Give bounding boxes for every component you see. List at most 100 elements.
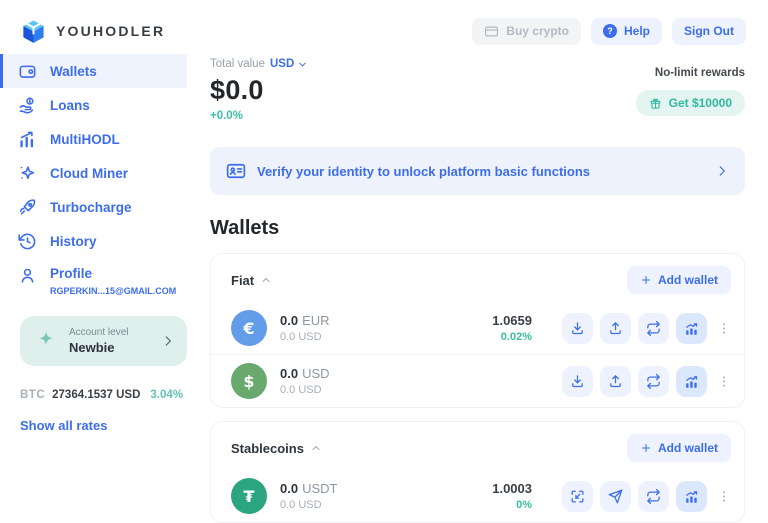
eur-symbol: € bbox=[243, 318, 255, 338]
wallet-row-usd[interactable]: $ 0.0 USD 0.0 USD bbox=[211, 354, 744, 407]
deposit-button[interactable] bbox=[562, 312, 593, 344]
withdraw-icon bbox=[610, 374, 621, 387]
account-level-label: Account level bbox=[69, 327, 129, 339]
exchange-button[interactable] bbox=[638, 312, 669, 344]
sidebar-item-history[interactable]: History bbox=[0, 224, 187, 258]
top-actions: Buy crypto ? Help Sign Out bbox=[472, 17, 746, 45]
withdraw-button[interactable] bbox=[600, 365, 631, 397]
stablecoins-group-header: Stablecoins Add wallet bbox=[211, 422, 744, 470]
fiat-group-toggle[interactable]: Fiat bbox=[231, 273, 272, 288]
balance-fiat-value: 0.0 USD bbox=[280, 499, 322, 511]
more-options-button[interactable] bbox=[717, 366, 731, 397]
deposit-button[interactable] bbox=[562, 365, 593, 397]
add-wallet-label: Add wallet bbox=[657, 273, 718, 287]
profile-person-icon bbox=[21, 268, 34, 283]
rate-block: 1.0659 0.02% bbox=[472, 313, 532, 343]
help-button[interactable]: ? Help bbox=[590, 17, 662, 45]
stablecoins-group-toggle[interactable]: Stablecoins bbox=[231, 441, 322, 456]
sign-out-button[interactable]: Sign Out bbox=[672, 17, 746, 45]
add-wallet-label: Add wallet bbox=[657, 441, 718, 455]
balance-fiat-value: 0.0 USD bbox=[280, 384, 322, 396]
add-wallet-button[interactable]: Add wallet bbox=[626, 434, 731, 462]
withdraw-button[interactable] bbox=[600, 312, 631, 344]
receive-button[interactable] bbox=[562, 480, 593, 512]
btc-symbol: BTC bbox=[20, 389, 46, 402]
balance-currency: USD bbox=[302, 366, 330, 381]
sidebar-item-label: Loans bbox=[50, 97, 90, 113]
main-content: Total value USD $0.0 +0.0% No-limit rewa… bbox=[210, 52, 745, 523]
balance-block: 0.0 USDT 0.0 USD bbox=[280, 481, 337, 511]
eur-coin-icon: € bbox=[231, 310, 267, 346]
sidebar-item-turbocharge[interactable]: Turbocharge bbox=[0, 190, 187, 224]
more-options-button[interactable] bbox=[717, 313, 731, 344]
exchange-button[interactable] bbox=[638, 480, 669, 512]
rate-value: 1.0659 bbox=[492, 313, 532, 328]
group-name: Fiat bbox=[231, 272, 255, 288]
exchange-button[interactable] bbox=[638, 365, 669, 397]
show-all-rates-link[interactable]: Show all rates bbox=[20, 418, 185, 433]
history-icon bbox=[18, 233, 36, 249]
chart-button[interactable] bbox=[676, 312, 707, 344]
balance-amount: 0.0 bbox=[280, 481, 299, 496]
get-rewards-label: Get $10000 bbox=[668, 96, 732, 110]
question-circle-icon: ? bbox=[602, 24, 617, 38]
sidebar-item-profile[interactable]: Profile RGPERKIN...15@GMAIL.COM bbox=[0, 258, 187, 298]
fiat-wallet-group: Fiat Add wallet € 0.0 EUR 0.0 USD 1.0659… bbox=[210, 253, 745, 408]
withdraw-icon bbox=[610, 321, 621, 334]
account-level-value: Newbie bbox=[69, 340, 115, 356]
buy-crypto-label: Buy crypto bbox=[506, 24, 569, 38]
wallet-actions bbox=[562, 480, 731, 512]
add-wallet-button[interactable]: Add wallet bbox=[626, 266, 731, 294]
credit-card-icon bbox=[485, 26, 499, 36]
wallet-row-eur[interactable]: € 0.0 EUR 0.0 USD 1.0659 0.02% bbox=[211, 302, 744, 354]
currency-selector-value: USD bbox=[269, 58, 295, 70]
sidebar-item-cloud-miner[interactable]: Cloud Miner bbox=[0, 156, 187, 190]
more-dots-icon bbox=[723, 490, 725, 502]
total-value-change: +0.0% bbox=[210, 110, 243, 122]
chevron-up-icon bbox=[312, 446, 320, 450]
profile-email: RGPERKIN...15@GMAIL.COM bbox=[50, 286, 177, 296]
summary-section: Total value USD $0.0 +0.0% No-limit rewa… bbox=[210, 58, 745, 122]
plus-icon bbox=[641, 276, 650, 284]
send-button[interactable] bbox=[600, 480, 631, 512]
more-options-button[interactable] bbox=[717, 481, 731, 512]
deposit-icon bbox=[572, 374, 583, 387]
rate-block: 1.0003 0% bbox=[472, 481, 532, 511]
verify-identity-banner[interactable]: Verify your identity to unlock platform … bbox=[210, 147, 745, 195]
total-value-amount: $0.0 bbox=[210, 75, 264, 105]
chart-button[interactable] bbox=[676, 480, 707, 512]
get-rewards-button[interactable]: Get $10000 bbox=[635, 90, 745, 116]
usd-coin-icon: $ bbox=[231, 363, 267, 399]
btc-rate-line: BTC 27364.1537 USD 3.04% bbox=[20, 389, 185, 401]
chevron-up-icon bbox=[262, 278, 270, 282]
sidebar-item-wallets[interactable]: Wallets bbox=[0, 54, 187, 88]
rate-value: 1.0003 bbox=[492, 481, 532, 496]
brand: YOUHODLER bbox=[20, 18, 165, 45]
total-value-block: Total value USD $0.0 +0.0% bbox=[210, 58, 308, 122]
exchange-icon bbox=[647, 320, 660, 336]
total-value-label: Total value bbox=[210, 58, 265, 70]
currency-selector[interactable]: USD bbox=[270, 58, 308, 70]
wallet-actions bbox=[562, 365, 731, 397]
receive-scan-icon bbox=[571, 490, 584, 502]
rate-change: 0% bbox=[516, 499, 532, 511]
sidebar: Wallets Loans MultiHODL Cloud Miner Turb… bbox=[0, 54, 205, 433]
more-dots-icon bbox=[723, 322, 725, 334]
balance-block: 0.0 USD 0.0 USD bbox=[280, 366, 330, 396]
sidebar-item-label: Profile bbox=[50, 266, 93, 281]
chevron-right-icon bbox=[719, 166, 725, 176]
gift-icon bbox=[650, 98, 660, 109]
group-name: Stablecoins bbox=[231, 440, 304, 456]
account-level-star-icon bbox=[39, 331, 53, 346]
wallet-row-usdt[interactable]: ₮ 0.0 USDT 0.0 USD 1.0003 0% bbox=[211, 470, 744, 522]
usd-symbol: $ bbox=[243, 371, 255, 391]
chart-button[interactable] bbox=[676, 365, 707, 397]
sidebar-item-multihodl[interactable]: MultiHODL bbox=[0, 122, 187, 156]
account-level-card[interactable]: Account level Newbie bbox=[20, 316, 187, 367]
multihodl-chart-icon bbox=[20, 131, 34, 147]
send-icon bbox=[608, 489, 623, 503]
rate-block bbox=[472, 380, 532, 383]
buy-crypto-button[interactable]: Buy crypto bbox=[472, 17, 581, 45]
sidebar-item-loans[interactable]: Loans bbox=[0, 88, 187, 122]
sign-out-label: Sign Out bbox=[684, 24, 734, 38]
